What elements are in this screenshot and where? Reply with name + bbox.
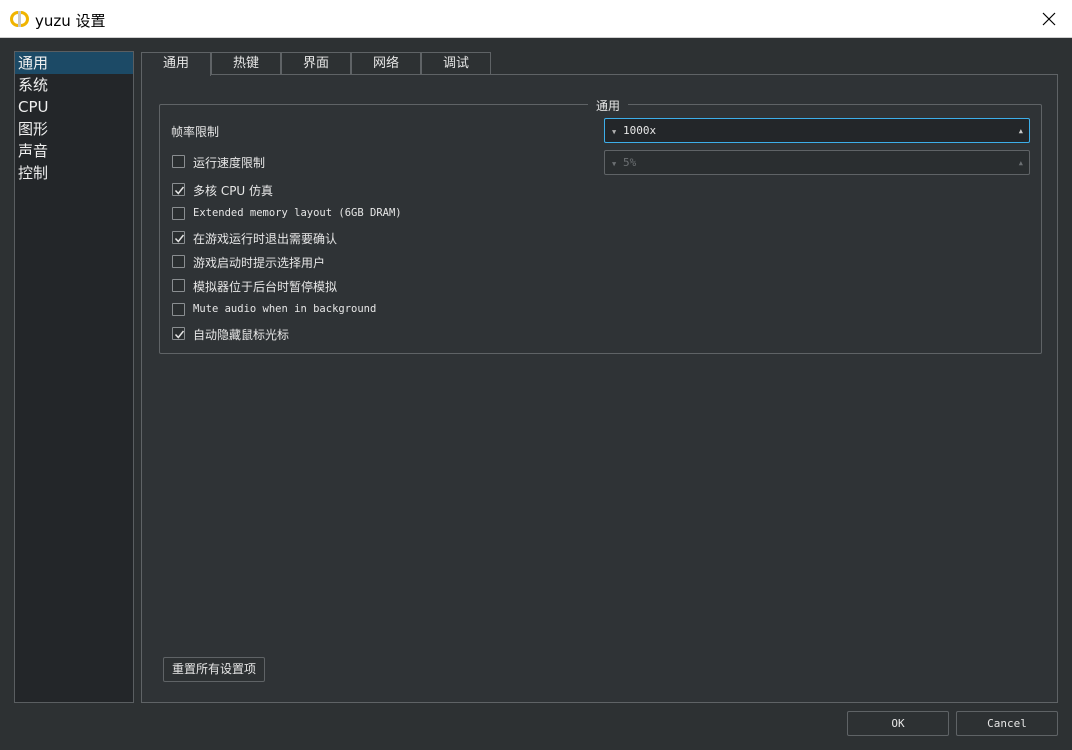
close-icon: [1042, 12, 1056, 26]
checkbox-label: 在游戏运行时退出需要确认: [193, 232, 338, 246]
checkbox[interactable]: [172, 231, 185, 244]
sidebar-item-general[interactable]: 通用: [15, 52, 133, 74]
checkbox-label: Mute audio when in background: [193, 303, 377, 315]
cancel-button[interactable]: Cancel: [956, 711, 1058, 736]
tab-hotkeys[interactable]: 热键: [211, 52, 281, 75]
checkbox-label: 模拟器位于后台时暂停模拟: [193, 280, 338, 294]
checkmark-icon: [174, 234, 185, 243]
checkbox-label: 运行速度限制: [193, 156, 266, 170]
checkbox-label: 多核 CPU 仿真: [193, 184, 274, 198]
increment-arrow-icon[interactable]: ▲: [1019, 127, 1023, 135]
frame-limit-label: 帧率限制: [171, 125, 220, 139]
general-groupbox: 通用 帧率限制 ▼ 1000x ▲ ▼ 5% ▲ 运行速度限制 多核 CPU 仿…: [159, 97, 1042, 354]
tab-content-panel: 通用 帧率限制 ▼ 1000x ▲ ▼ 5% ▲ 运行速度限制 多核 CPU 仿…: [141, 74, 1058, 703]
sidebar-item-graphics[interactable]: 图形: [15, 118, 133, 140]
checkbox[interactable]: [172, 303, 185, 316]
tab-network[interactable]: 网络: [351, 52, 421, 75]
sidebar-item-audio[interactable]: 声音: [15, 140, 133, 162]
checkbox[interactable]: [172, 327, 185, 340]
checkbox[interactable]: [172, 155, 185, 168]
checkmark-icon: [174, 330, 185, 339]
checkbox[interactable]: [172, 183, 185, 196]
window-title: yuzu 设置: [35, 12, 106, 30]
checkbox-label: 自动隐藏鼠标光标: [193, 328, 290, 342]
checkbox-label: Extended memory layout (6GB DRAM): [193, 207, 402, 219]
tab-ui[interactable]: 界面: [281, 52, 351, 75]
title-bar: yuzu 设置: [0, 0, 1072, 38]
frame-limit-value: 1000x: [623, 124, 657, 137]
close-button[interactable]: [1026, 0, 1072, 38]
checkbox[interactable]: [172, 207, 185, 220]
speed-limit-spinbox[interactable]: ▼ 5% ▲: [604, 150, 1030, 175]
settings-category-list: 通用 系统 CPU 图形 声音 控制: [14, 51, 134, 703]
reset-all-settings-button[interactable]: 重置所有设置项: [163, 657, 265, 682]
sidebar-item-cpu[interactable]: CPU: [15, 96, 133, 118]
checkbox[interactable]: [172, 255, 185, 268]
speed-limit-value: 5%: [623, 156, 637, 169]
ok-button[interactable]: OK: [847, 711, 949, 736]
tab-debug[interactable]: 调试: [421, 52, 491, 75]
sidebar-item-controls[interactable]: 控制: [15, 162, 133, 184]
checkbox[interactable]: [172, 279, 185, 292]
decrement-arrow-icon: ▼: [612, 160, 617, 168]
tab-general[interactable]: 通用: [141, 52, 211, 76]
group-title: 通用: [588, 97, 629, 114]
increment-arrow-icon: ▲: [1018, 159, 1023, 167]
frame-limit-spinbox[interactable]: ▼ 1000x ▲: [604, 118, 1030, 143]
decrement-arrow-icon[interactable]: ▼: [612, 128, 616, 136]
checkbox-label: 游戏启动时提示选择用户: [193, 256, 326, 270]
sidebar-item-system[interactable]: 系统: [15, 74, 133, 96]
yuzu-logo-icon: [10, 9, 30, 29]
checkmark-icon: [174, 186, 185, 195]
